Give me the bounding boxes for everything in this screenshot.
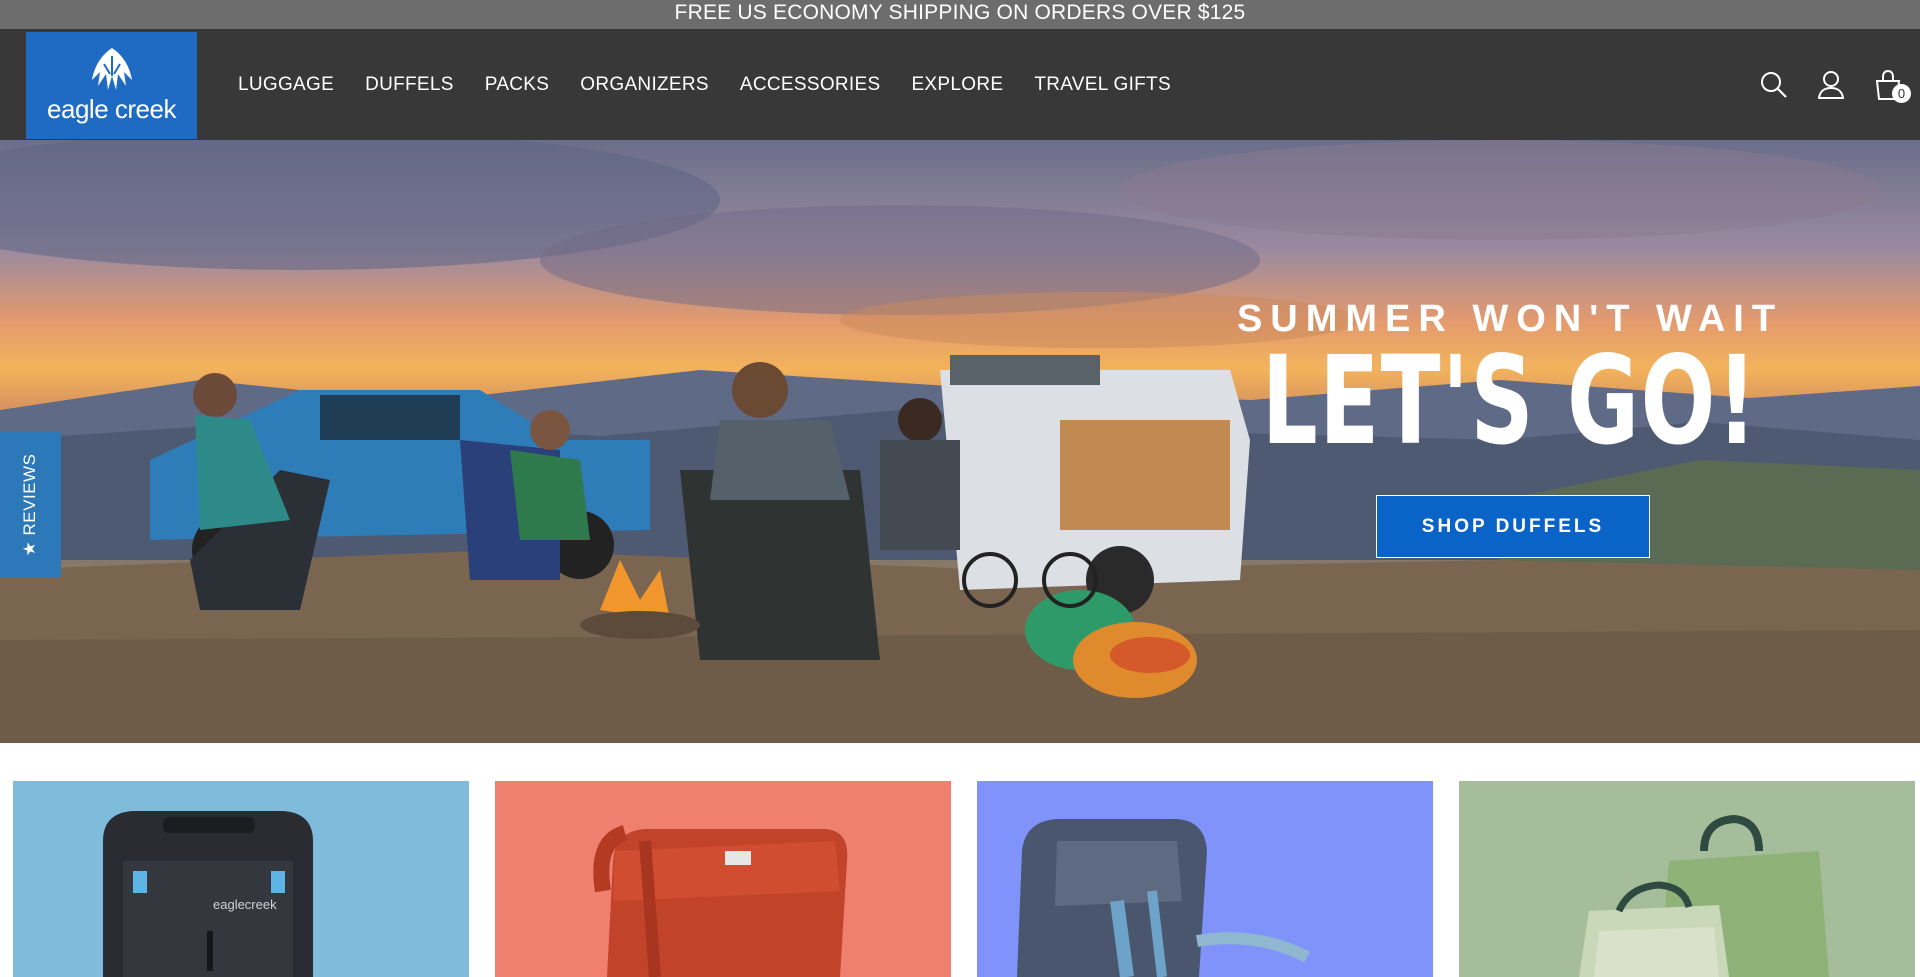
account-button[interactable]: [1815, 69, 1847, 101]
site-header: eagle creek LUGGAGE DUFFELS PACKS ORGANI…: [0, 29, 1920, 140]
nav-explore[interactable]: EXPLORE: [911, 74, 1003, 96]
category-tile-organizers[interactable]: [1459, 781, 1915, 977]
announcement-bar: FREE US ECONOMY SHIPPING ON ORDERS OVER …: [0, 0, 1920, 29]
category-tile-packs[interactable]: [495, 781, 951, 977]
nav-duffels[interactable]: DUFFELS: [365, 74, 454, 96]
eagle-logo-icon: [91, 48, 132, 90]
nav-packs[interactable]: PACKS: [485, 74, 550, 96]
search-icon: [1761, 72, 1787, 98]
hero-title: LET'S GO!: [1261, 330, 1759, 472]
packing-cubes-image: [1579, 814, 1829, 977]
hero-banner: SUMMER WON'T WAIT LET'S GO! SHOP DUFFELS: [0, 140, 1920, 743]
logo-text: eagle creek: [47, 94, 176, 124]
category-tile-luggage[interactable]: eaglecreek: [13, 781, 469, 977]
backpack-image: [593, 825, 848, 977]
nav-luggage[interactable]: LUGGAGE: [238, 74, 334, 96]
cart-count-badge: 0: [1892, 84, 1911, 103]
shop-duffels-button[interactable]: SHOP DUFFELS: [1376, 495, 1650, 558]
nav-accessories[interactable]: ACCESSORIES: [740, 74, 881, 96]
reviews-tab[interactable]: ★ REVIEWS: [0, 432, 61, 578]
cart-button[interactable]: 0: [1872, 69, 1911, 103]
main-nav: LUGGAGE DUFFELS PACKS ORGANIZERS ACCESSO…: [238, 29, 1202, 140]
duffel-pack-image: [1017, 819, 1310, 977]
account-icon: [1817, 71, 1845, 99]
announcement-text: FREE US ECONOMY SHIPPING ON ORDERS OVER …: [674, 1, 1246, 24]
rolling-luggage-image: eaglecreek: [103, 811, 313, 977]
category-tile-duffels[interactable]: [977, 781, 1433, 977]
nav-travel-gifts[interactable]: TRAVEL GIFTS: [1034, 74, 1171, 96]
svg-text:eaglecreek: eaglecreek: [213, 897, 277, 912]
nav-organizers[interactable]: ORGANIZERS: [580, 74, 709, 96]
logo[interactable]: eagle creek: [26, 32, 197, 139]
search-button[interactable]: [1758, 69, 1790, 101]
reviews-tab-label: ★ REVIEWS: [20, 453, 39, 557]
